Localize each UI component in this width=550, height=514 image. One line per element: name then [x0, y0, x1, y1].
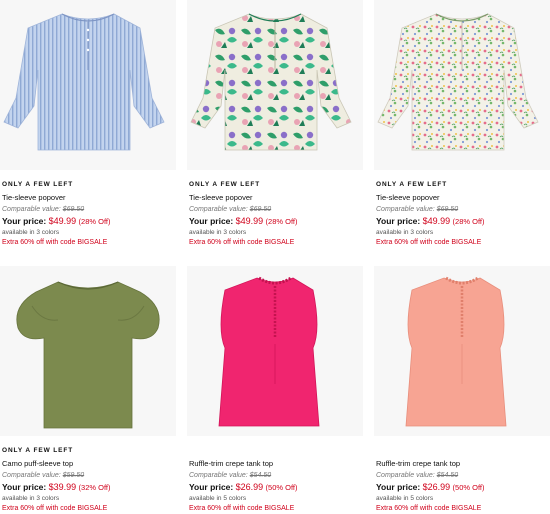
sale-price: $49.99 — [235, 216, 264, 226]
comparable-value: Comparable value: $54.50 — [189, 470, 363, 481]
low-stock-badge: ONLY A FEW LEFT — [189, 181, 261, 188]
product-name[interactable]: Tie-sleeve popover — [2, 191, 176, 204]
price-label: Your price: — [189, 216, 234, 226]
olive-puff-sleeve-top-image[interactable] — [0, 266, 176, 436]
comparable-value: Comparable value: $54.50 — [376, 470, 550, 481]
low-stock-badge — [189, 446, 363, 456]
product-name[interactable]: Tie-sleeve popover — [189, 191, 363, 204]
product-name[interactable]: Ruffle-trim crepe tank top — [189, 457, 363, 470]
sale-price: $39.99 — [48, 482, 77, 492]
color-availability[interactable]: available in 5 colors — [376, 494, 550, 504]
product-grid: ONLY A FEW LEFT Tie-sleeve popover Compa… — [0, 0, 550, 512]
color-availability[interactable]: available in 3 colors — [2, 494, 176, 504]
sale-price: $49.99 — [422, 216, 451, 226]
comparable-price: $69.50 — [436, 206, 459, 213]
discount-percent: (32% Off) — [78, 483, 111, 492]
promo-code-text: Extra 60% off with code BIGSALE — [376, 239, 482, 246]
price-label: Your price: — [2, 216, 47, 226]
promo-code-text: Extra 60% off with code BIGSALE — [2, 505, 108, 512]
promo-code-text: Extra 60% off with code BIGSALE — [189, 505, 295, 512]
comparable-price: $54.50 — [436, 472, 459, 479]
peach-ruffle-tank-image[interactable] — [374, 266, 550, 436]
your-price: Your price: $49.99 (28% Off) — [2, 215, 176, 227]
discount-percent: (50% Off) — [265, 483, 298, 492]
sale-price: $26.99 — [422, 482, 451, 492]
comparable-label: Comparable value: — [2, 206, 61, 213]
comparable-label: Comparable value: — [376, 472, 435, 479]
product-name[interactable]: Ruffle-trim crepe tank top — [376, 457, 550, 470]
color-availability[interactable]: available in 3 colors — [189, 228, 363, 238]
comparable-value: Comparable value: $69.50 — [2, 204, 176, 215]
pink-ruffle-tank-image[interactable] — [187, 266, 363, 436]
comparable-label: Comparable value: — [189, 472, 248, 479]
color-availability[interactable]: available in 5 colors — [189, 494, 363, 504]
small-floral-blouse-image[interactable] — [374, 0, 550, 170]
product-name[interactable]: Camo puff-sleeve top — [2, 457, 176, 470]
floral-blouse-image[interactable] — [187, 0, 363, 170]
color-availability[interactable]: available in 3 colors — [2, 228, 176, 238]
discount-percent: (28% Off) — [452, 217, 485, 226]
comparable-price: $54.50 — [249, 472, 272, 479]
your-price: Your price: $26.99 (50% Off) — [189, 481, 363, 493]
blue-stripe-blouse-image[interactable] — [0, 0, 176, 170]
comparable-price: $69.50 — [249, 206, 272, 213]
low-stock-badge — [376, 446, 550, 456]
price-label: Your price: — [2, 482, 47, 492]
comparable-value: Comparable value: $69.50 — [189, 204, 363, 215]
product-info: Ruffle-trim crepe tank top Comparable va… — [189, 446, 363, 514]
comparable-value: Comparable value: $69.50 — [376, 204, 550, 215]
comparable-label: Comparable value: — [189, 206, 248, 213]
low-stock-badge: ONLY A FEW LEFT — [2, 181, 74, 188]
price-label: Your price: — [376, 216, 421, 226]
promo-code-text: Extra 60% off with code BIGSALE — [376, 505, 482, 512]
comparable-price: $69.50 — [62, 206, 85, 213]
low-stock-badge: ONLY A FEW LEFT — [2, 447, 74, 454]
product-name[interactable]: Tie-sleeve popover — [376, 191, 550, 204]
your-price: Your price: $26.99 (50% Off) — [376, 481, 550, 493]
color-availability[interactable]: available in 3 colors — [376, 228, 550, 238]
comparable-label: Comparable value: — [376, 206, 435, 213]
discount-percent: (28% Off) — [265, 217, 298, 226]
sale-price: $26.99 — [235, 482, 264, 492]
promo-code-text: Extra 60% off with code BIGSALE — [189, 239, 295, 246]
product-info: ONLY A FEW LEFT Tie-sleeve popover Compa… — [376, 180, 550, 248]
promo-code-text: Extra 60% off with code BIGSALE — [2, 239, 108, 246]
product-info: ONLY A FEW LEFT Tie-sleeve popover Compa… — [2, 180, 176, 248]
comparable-price: $59.50 — [62, 472, 85, 479]
product-info: Ruffle-trim crepe tank top Comparable va… — [376, 446, 550, 514]
your-price: Your price: $39.99 (32% Off) — [2, 481, 176, 493]
discount-percent: (28% Off) — [78, 217, 111, 226]
comparable-label: Comparable value: — [2, 472, 61, 479]
product-info: ONLY A FEW LEFT Camo puff-sleeve top Com… — [2, 446, 176, 514]
price-label: Your price: — [376, 482, 421, 492]
price-label: Your price: — [189, 482, 234, 492]
sale-price: $49.99 — [48, 216, 77, 226]
low-stock-badge: ONLY A FEW LEFT — [376, 181, 448, 188]
your-price: Your price: $49.99 (28% Off) — [376, 215, 550, 227]
your-price: Your price: $49.99 (28% Off) — [189, 215, 363, 227]
comparable-value: Comparable value: $59.50 — [2, 470, 176, 481]
product-info: ONLY A FEW LEFT Tie-sleeve popover Compa… — [189, 180, 363, 248]
discount-percent: (50% Off) — [452, 483, 485, 492]
